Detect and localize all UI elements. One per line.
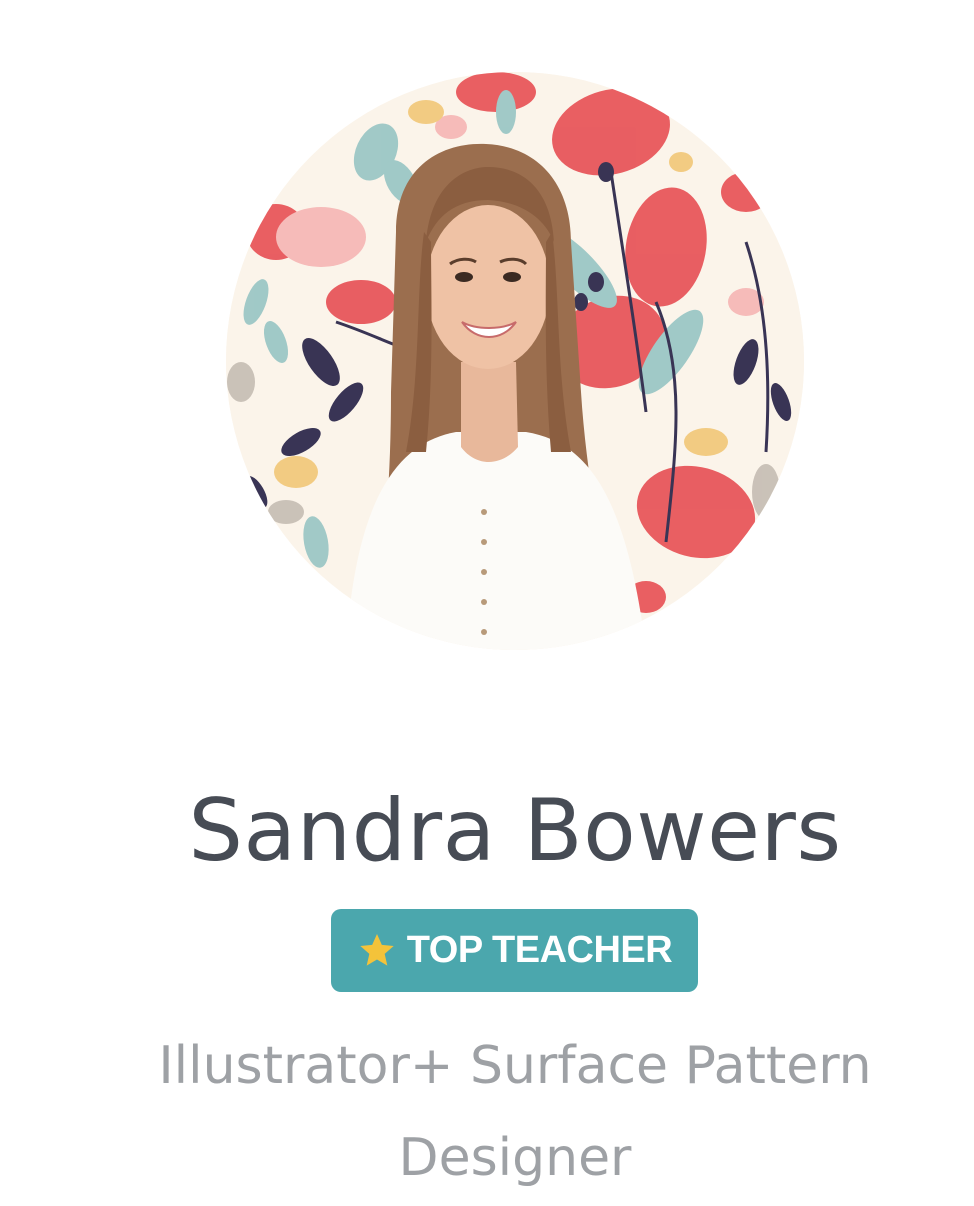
star-icon [360, 933, 394, 966]
top-teacher-badge: TOP TEACHER [331, 909, 698, 992]
headline-line-1: Illustrator+ Surface Pattern [158, 1036, 872, 1096]
headline-line-2: Designer [398, 1128, 632, 1188]
teacher-name: Sandra Bowers [188, 781, 842, 881]
teacher-headline: Illustrator+ Surface Pattern Designer [0, 1020, 974, 1204]
avatar-image [226, 72, 804, 650]
badge-label: TOP TEACHER [406, 929, 673, 971]
profile-avatar [226, 72, 804, 650]
